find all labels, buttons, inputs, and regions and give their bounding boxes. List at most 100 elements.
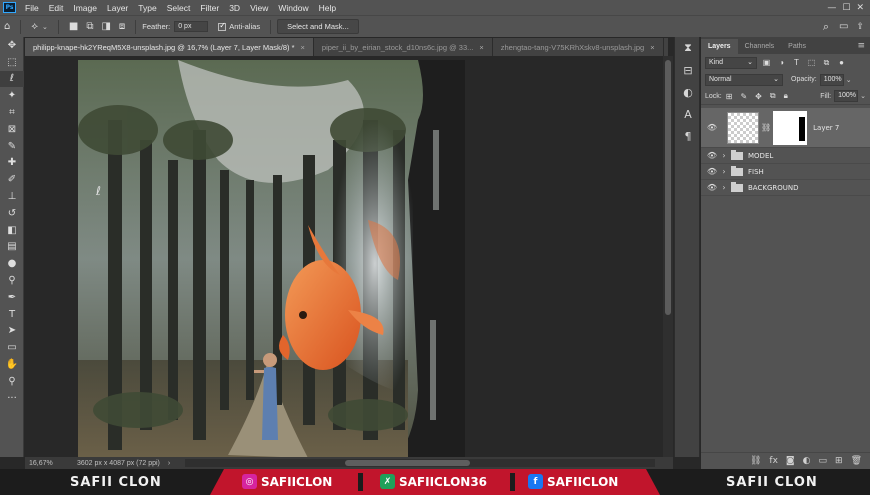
menu-3d[interactable]: 3D	[224, 3, 245, 13]
layer-name[interactable]: FISH	[748, 168, 764, 176]
add-mask-icon[interactable]: ◙	[786, 456, 795, 466]
new-group-icon[interactable]: ▭	[819, 456, 828, 466]
share-icon[interactable]: ⇪	[856, 22, 864, 32]
link-layers-icon[interactable]: ⛓︎	[750, 456, 761, 466]
tab-document-1[interactable]: philipp-knape-hk2YReqM5X8-unsplash.jpg @…	[25, 38, 314, 56]
opacity-input[interactable]: 100%	[819, 73, 844, 86]
zoom-level[interactable]: 16,67%	[29, 460, 67, 467]
menu-layer[interactable]: Layer	[102, 3, 133, 13]
link-icon[interactable]: ⛓︎	[761, 123, 771, 132]
delete-layer-icon[interactable]: 🗑︎	[851, 456, 862, 466]
frame-tool-icon[interactable]: ⊠	[0, 121, 24, 138]
document-canvas[interactable]	[78, 60, 465, 458]
kind-filter-select[interactable]: Kind ⌄	[705, 56, 757, 69]
close-tab-icon[interactable]: ×	[301, 43, 305, 52]
path-selection-tool-icon[interactable]: ➤	[0, 323, 24, 340]
chevron-down-icon[interactable]: ⌄	[860, 92, 866, 100]
move-tool-icon[interactable]: ✥	[0, 37, 24, 54]
new-selection-icon[interactable]: ■	[69, 21, 78, 32]
chevron-down-icon[interactable]: ⌄	[42, 23, 48, 31]
menu-window[interactable]: Window	[273, 3, 313, 13]
tab-document-2[interactable]: piper_ii_by_eirian_stock_d10ns6c.jpg @ 3…	[314, 38, 493, 56]
layer-style-icon[interactable]: fx	[769, 456, 778, 466]
chevron-right-icon[interactable]: ›	[719, 183, 729, 192]
properties-panel-icon[interactable]: ⊟	[675, 59, 701, 81]
layer-name[interactable]: MODEL	[748, 152, 773, 160]
intersect-selection-icon[interactable]: ⧈	[119, 21, 125, 32]
menu-select[interactable]: Select	[162, 3, 196, 13]
history-panel-icon[interactable]: ⧗	[675, 37, 701, 59]
add-selection-icon[interactable]: ⧉	[86, 21, 93, 32]
search-icon[interactable]: ⌕	[823, 20, 829, 34]
more-tools-icon[interactable]: ···	[0, 390, 24, 407]
brush-tool-icon[interactable]: ✐	[0, 171, 24, 188]
layer-row-layer-7[interactable]: 👁︎ ⛓︎ Layer 7	[701, 108, 870, 148]
menu-image[interactable]: Image	[68, 3, 102, 13]
layer-thumbnail[interactable]	[727, 111, 759, 144]
layer-name[interactable]: BACKGROUND	[748, 184, 799, 192]
menu-type[interactable]: Type	[133, 3, 161, 13]
fill-input[interactable]: 100%	[834, 90, 859, 102]
checkbox-icon[interactable]	[218, 21, 227, 31]
history-brush-tool-icon[interactable]: ↺	[0, 205, 24, 222]
visibility-eye-icon[interactable]: 👁︎	[705, 123, 719, 132]
blur-tool-icon[interactable]: ●	[0, 255, 24, 272]
close-window-icon[interactable]: ✕	[856, 3, 870, 13]
lock-transparent-icon[interactable]: ⊞	[726, 92, 733, 101]
menu-edit[interactable]: Edit	[44, 3, 69, 13]
smart-object-filter-icon[interactable]: ⧉	[821, 57, 832, 68]
crop-tool-icon[interactable]: ⌗	[0, 104, 24, 121]
layer-row-fish[interactable]: 👁︎ › FISH	[701, 164, 870, 180]
chevron-down-icon[interactable]: ⌄	[846, 76, 852, 84]
zoom-tool-icon[interactable]: ⚲	[0, 373, 24, 390]
layer-name[interactable]: Layer 7	[813, 124, 839, 132]
eraser-tool-icon[interactable]: ◧	[0, 222, 24, 239]
lock-all-icon[interactable]: 🔒︎	[784, 91, 788, 101]
chevron-right-icon[interactable]: ›	[168, 460, 170, 467]
select-and-mask-button[interactable]: Select and Mask...	[277, 19, 359, 34]
type-tool-icon[interactable]: T	[0, 306, 24, 323]
close-tab-icon[interactable]: ×	[650, 43, 654, 52]
layer-row-background[interactable]: 👁︎ › BACKGROUND	[701, 180, 870, 196]
healing-brush-tool-icon[interactable]: ✚	[0, 155, 24, 172]
tab-channels[interactable]: Channels	[738, 39, 782, 54]
visibility-eye-icon[interactable]: 👁︎	[705, 151, 719, 160]
menu-help[interactable]: Help	[314, 3, 341, 13]
gradient-tool-icon[interactable]: ▤	[0, 239, 24, 256]
pen-tool-icon[interactable]: ✒	[0, 289, 24, 306]
layer-row-model[interactable]: 👁︎ › MODEL	[701, 148, 870, 164]
marquee-tool-icon[interactable]: ⬚	[0, 54, 24, 71]
dodge-tool-icon[interactable]: ⚲	[0, 272, 24, 289]
type-filter-icon[interactable]: T	[791, 57, 802, 68]
hand-tool-icon[interactable]: ✋	[0, 356, 24, 373]
lasso-tool-icon[interactable]: ℓ	[0, 70, 24, 88]
blend-mode-select[interactable]: Normal ⌄	[705, 73, 783, 86]
tab-layers[interactable]: Layers	[701, 39, 738, 54]
layer-mask-thumbnail[interactable]	[773, 110, 808, 145]
menu-filter[interactable]: Filter	[195, 3, 224, 13]
antialias-checkbox[interactable]: Anti-alias	[218, 21, 264, 31]
new-layer-icon[interactable]: ⊞	[835, 456, 843, 466]
paragraph-panel-icon[interactable]: ¶	[675, 125, 701, 147]
tab-paths[interactable]: Paths	[781, 39, 813, 54]
lock-pixels-icon[interactable]: ✎	[740, 92, 747, 101]
chevron-right-icon[interactable]: ›	[719, 167, 729, 176]
close-tab-icon[interactable]: ×	[479, 43, 483, 52]
visibility-eye-icon[interactable]: 👁︎	[705, 183, 719, 192]
photoshop-logo-icon[interactable]: Ps	[3, 2, 16, 13]
workspace-icon[interactable]: ▭	[839, 21, 848, 32]
home-icon[interactable]: ⌂	[4, 21, 10, 32]
filter-toggle-icon[interactable]: ●	[836, 57, 847, 68]
menu-view[interactable]: View	[245, 3, 273, 13]
horizontal-scroll-thumb[interactable]	[345, 460, 470, 466]
adjustment-filter-icon[interactable]: ◑	[776, 57, 787, 68]
visibility-eye-icon[interactable]: 👁︎	[705, 167, 719, 176]
pixel-filter-icon[interactable]: ▣	[761, 57, 772, 68]
minimize-icon[interactable]: —	[827, 3, 842, 13]
lock-artboard-icon[interactable]: ⧉	[770, 91, 776, 101]
character-panel-icon[interactable]: A	[675, 103, 701, 125]
tab-document-3[interactable]: zhengtao-tang-V75KRhXskv8-unsplash.jpg ×	[493, 38, 664, 56]
rectangle-tool-icon[interactable]: ▭	[0, 339, 24, 356]
feather-input[interactable]: 0 px	[174, 21, 209, 32]
shape-filter-icon[interactable]: ⬚	[806, 57, 817, 68]
